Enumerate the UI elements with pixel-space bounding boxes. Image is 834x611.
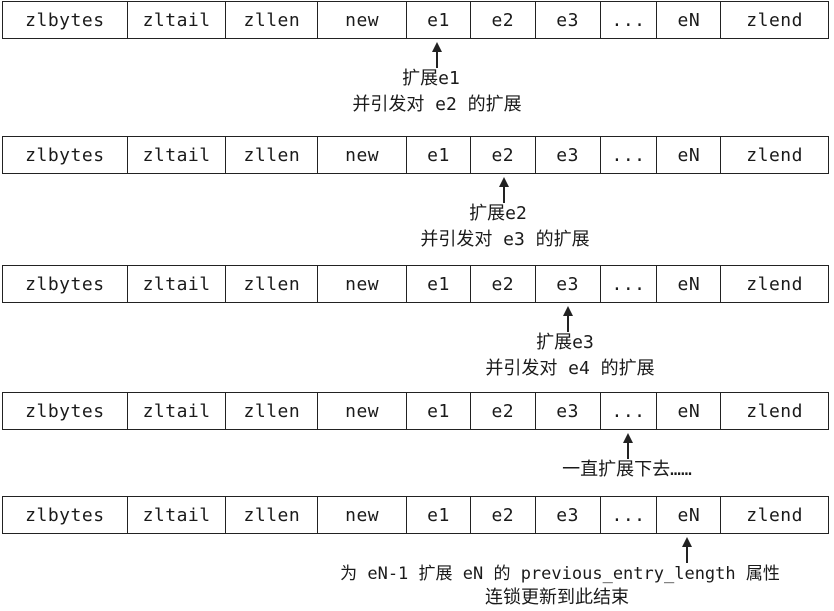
cell-zllen: zllen [226, 497, 319, 533]
stage-2-line2: 并引发对 e3 的扩展 [420, 229, 590, 250]
stage-4-line1: 一直扩展下去…… [562, 459, 692, 480]
cell-e2: e2 [471, 393, 536, 429]
cell-zltail: zltail [128, 137, 227, 173]
stage-1-line1: 扩展e1 [402, 68, 460, 89]
stage-3-line2: 并引发对 e4 的扩展 [485, 358, 655, 379]
cell-eN: eN [657, 497, 722, 533]
cell-ellipsis: ... [601, 137, 658, 173]
cell-e1: e1 [407, 266, 471, 302]
cell-eN: eN [657, 393, 722, 429]
cell-zlbytes: zlbytes [3, 497, 128, 533]
cell-e3: e3 [536, 2, 601, 38]
cell-zlend: zlend [746, 504, 803, 526]
cell-e2: e2 [471, 137, 536, 173]
cell-eN: eN [657, 266, 722, 302]
stage-3-line1: 扩展e3 [536, 332, 594, 353]
ziplist-row-1: zlbytes zltail zllen new e1 e2 e3 ... eN… [2, 1, 829, 39]
cell-zlbytes: zlbytes [3, 266, 128, 302]
arrow-up-icon [562, 306, 574, 332]
ziplist-row-4: zlbytes zltail zllen new e1 e2 e3 ... eN… [2, 392, 829, 430]
cell-zltail: zltail [128, 393, 227, 429]
cell-ellipsis: ... [601, 393, 658, 429]
stage-5-line2: 连锁更新到此结束 [485, 587, 629, 608]
cell-e1: e1 [407, 2, 471, 38]
cell-zllen: zllen [226, 393, 319, 429]
arrow-up-icon [681, 537, 693, 563]
ziplist-row-5: zlbytes zltail zllen new e1 e2 e3 ... eN… [2, 496, 829, 534]
cell-zltail: zltail [128, 266, 227, 302]
cell-zlend: zlend [746, 273, 803, 295]
cell-new: new [318, 497, 408, 533]
cell-ellipsis: ... [601, 266, 658, 302]
cell-e3: e3 [536, 393, 601, 429]
cell-new: new [318, 2, 408, 38]
cell-zllen: zllen [226, 266, 319, 302]
arrow-up-icon [431, 42, 443, 68]
cell-e1: e1 [407, 137, 471, 173]
stage-5-line1: 为 eN-1 扩展 eN 的 previous_entry_length 属性 [340, 564, 780, 584]
cell-zllen: zllen [226, 2, 319, 38]
ziplist-row-3: zlbytes zltail zllen new e1 e2 e3 ... eN… [2, 265, 829, 303]
cell-zlbytes: zlbytes [3, 137, 128, 173]
cell-new: new [318, 393, 408, 429]
arrow-up-icon [622, 433, 634, 459]
cell-zltail: zltail [128, 2, 227, 38]
cell-zlbytes: zlbytes [3, 2, 128, 38]
cell-e1: e1 [407, 497, 471, 533]
cell-zltail: zltail [128, 497, 227, 533]
cell-zlend: zlend [746, 9, 803, 31]
cell-zllen: zllen [226, 137, 319, 173]
cell-eN: eN [657, 2, 722, 38]
ziplist-row-2: zlbytes zltail zllen new e1 e2 e3 ... eN… [2, 136, 829, 174]
stage-1-line2: 并引发对 e2 的扩展 [352, 94, 522, 115]
cell-e2: e2 [471, 2, 536, 38]
cell-new: new [318, 266, 408, 302]
cell-zlend: zlend [746, 144, 803, 166]
cell-e1: e1 [407, 393, 471, 429]
stage-2-line1: 扩展e2 [469, 203, 527, 224]
cell-ellipsis: ... [601, 497, 658, 533]
cell-zlbytes: zlbytes [3, 393, 128, 429]
cell-eN: eN [657, 137, 722, 173]
cell-e2: e2 [471, 266, 536, 302]
arrow-up-icon [498, 177, 510, 203]
cell-e3: e3 [536, 497, 601, 533]
cell-new: new [318, 137, 408, 173]
cell-zlend: zlend [746, 400, 803, 422]
cell-e2: e2 [471, 497, 536, 533]
cell-e3: e3 [536, 137, 601, 173]
cell-e3: e3 [536, 266, 601, 302]
cell-ellipsis: ... [601, 2, 658, 38]
